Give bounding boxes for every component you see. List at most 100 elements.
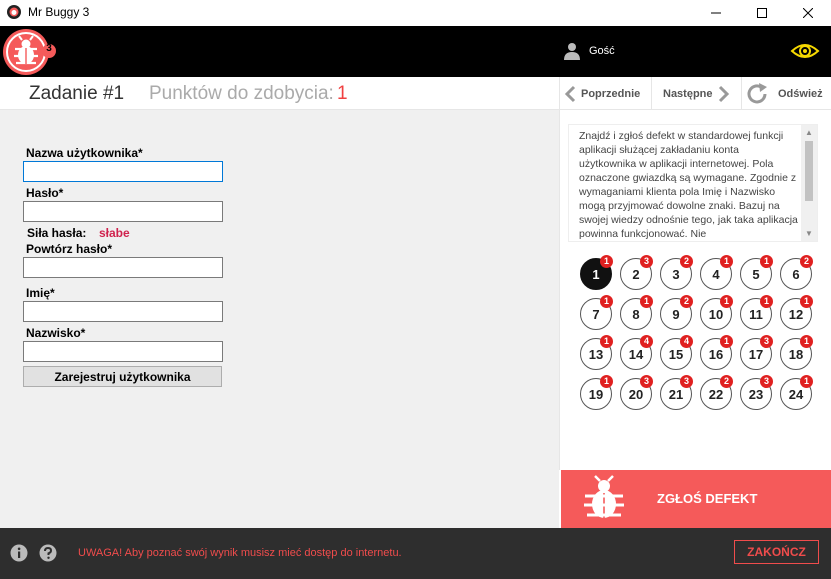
first-name-label: Imię* xyxy=(26,286,55,300)
help-icon[interactable] xyxy=(39,544,57,562)
first-name-input[interactable] xyxy=(23,301,223,322)
task-description-text: Znajdź i zgłoś defekt w standardowej fun… xyxy=(579,130,798,240)
scroll-up-icon[interactable]: ▲ xyxy=(805,128,813,137)
task-panel: Znajdź i zgłoś defekt w standardowej fun… xyxy=(559,110,831,470)
task-number: 20 xyxy=(628,386,644,402)
internet-warning: UWAGA! Aby poznać swój wynik musisz mieć… xyxy=(78,547,402,559)
password-repeat-input[interactable] xyxy=(23,257,223,278)
task-number: 17 xyxy=(748,346,764,362)
task-number: 6 xyxy=(792,266,800,282)
refresh-label: Odśwież xyxy=(778,87,823,100)
password-repeat-label: Powtórz hasło* xyxy=(26,242,113,256)
minimize-button[interactable] xyxy=(693,0,739,26)
eye-icon[interactable] xyxy=(790,41,820,61)
task-number: 1 xyxy=(592,266,600,282)
task-defect-count-badge: 3 xyxy=(640,375,653,388)
task-defect-count-badge: 1 xyxy=(720,295,733,308)
report-defect-label: ZGŁOŚ DEFEKT xyxy=(657,491,758,506)
task-defect-count-badge: 1 xyxy=(600,295,613,308)
task-defect-count-badge: 2 xyxy=(680,255,693,268)
maximize-button[interactable] xyxy=(739,0,785,26)
task-number: 21 xyxy=(668,386,684,402)
task-number: 13 xyxy=(588,346,604,362)
task-defect-count-badge: 1 xyxy=(800,295,813,308)
last-name-label: Nazwisko* xyxy=(26,326,86,340)
task-number: 19 xyxy=(588,386,604,402)
window-titlebar: Mr Buggy 3 xyxy=(0,0,831,26)
bug-icon xyxy=(584,475,624,518)
previous-button[interactable]: Poprzednie xyxy=(563,77,640,110)
points-label: Punktów do zdobycia: xyxy=(149,83,334,104)
user-name[interactable]: Gość xyxy=(589,45,615,57)
points-value: 1 xyxy=(337,83,348,104)
task-defect-count-badge: 1 xyxy=(600,375,613,388)
user-icon xyxy=(564,43,580,60)
task-number: 2 xyxy=(632,266,640,282)
refresh-button[interactable]: Odśwież xyxy=(741,77,823,110)
task-number: 23 xyxy=(748,386,764,402)
report-defect-button[interactable]: ZGŁOŚ DEFEKT xyxy=(561,470,831,528)
task-number: 24 xyxy=(788,386,804,402)
password-label: Hasło* xyxy=(26,186,64,200)
task-defect-count-badge: 4 xyxy=(680,335,693,348)
task-defect-count-badge: 1 xyxy=(760,255,773,268)
task-defect-count-badge: 1 xyxy=(760,295,773,308)
task-defect-count-badge: 3 xyxy=(760,375,773,388)
finish-button[interactable]: ZAKOŃCZ xyxy=(734,540,819,564)
logo-version-badge: 3 xyxy=(46,43,52,54)
task-number: 11 xyxy=(749,306,763,322)
task-navigation: Poprzednie Następne Odśwież xyxy=(559,77,831,110)
task-defect-count-badge: 3 xyxy=(760,335,773,348)
task-number: 16 xyxy=(708,346,724,362)
description-scrollbar[interactable]: ▲ ▼ xyxy=(801,125,817,241)
task-defect-count-badge: 4 xyxy=(640,335,653,348)
registration-form: Nazwa użytkownika* Hasło* Siła hasła: sł… xyxy=(0,110,559,528)
footer-bar: UWAGA! Aby poznać swój wynik musisz mieć… xyxy=(0,528,831,579)
task-defect-count-badge: 1 xyxy=(600,255,613,268)
task-number: 12 xyxy=(788,306,804,322)
app-header: 3 Gość xyxy=(0,26,831,77)
task-defect-count-badge: 2 xyxy=(720,375,733,388)
window-title: Mr Buggy 3 xyxy=(28,5,90,19)
task-defect-count-badge: 1 xyxy=(800,375,813,388)
username-label: Nazwa użytkownika* xyxy=(26,146,143,160)
next-button[interactable]: Następne xyxy=(651,77,731,110)
task-number: 14 xyxy=(628,346,644,362)
task-number: 18 xyxy=(788,346,804,362)
task-number: 7 xyxy=(592,306,600,322)
password-input[interactable] xyxy=(23,201,223,222)
app-window: Mr Buggy 3 3 Gość Zadanie #1 Punktów do … xyxy=(0,0,831,579)
task-number: 4 xyxy=(712,266,720,282)
password-strength-value: słabe xyxy=(99,226,130,240)
scroll-down-icon[interactable]: ▼ xyxy=(805,229,813,238)
task-defect-count-badge: 1 xyxy=(720,335,733,348)
previous-label: Poprzednie xyxy=(581,87,641,100)
scrollbar-thumb[interactable] xyxy=(805,141,813,201)
app-bug-icon xyxy=(7,5,21,19)
task-defect-count-badge: 2 xyxy=(680,295,693,308)
chevron-left-icon xyxy=(564,85,576,102)
refresh-icon xyxy=(747,82,767,103)
task-header: Zadanie #1 Punktów do zdobycia: 1 xyxy=(0,77,559,110)
minimize-icon xyxy=(711,12,721,14)
task-number: 5 xyxy=(752,266,760,282)
task-number: 10 xyxy=(708,306,724,322)
task-defect-count-badge: 1 xyxy=(800,335,813,348)
task-defect-count-badge: 1 xyxy=(720,255,733,268)
task-description[interactable]: Znajdź i zgłoś defekt w standardowej fun… xyxy=(568,124,818,242)
task-defect-count-badge: 1 xyxy=(640,295,653,308)
task-number: 3 xyxy=(672,266,680,282)
maximize-icon xyxy=(757,8,767,18)
task-title: Zadanie #1 xyxy=(29,83,125,104)
close-icon xyxy=(803,8,813,18)
next-label: Następne xyxy=(663,87,713,100)
task-number: 9 xyxy=(672,306,680,322)
task-defect-count-badge: 3 xyxy=(640,255,653,268)
close-button[interactable] xyxy=(785,0,831,26)
info-icon[interactable] xyxy=(10,544,28,562)
last-name-input[interactable] xyxy=(23,341,223,362)
username-input[interactable] xyxy=(23,161,223,182)
register-user-button[interactable]: Zarejestruj użytkownika xyxy=(23,366,222,387)
task-defect-count-badge: 3 xyxy=(680,375,693,388)
task-number: 22 xyxy=(708,386,724,402)
